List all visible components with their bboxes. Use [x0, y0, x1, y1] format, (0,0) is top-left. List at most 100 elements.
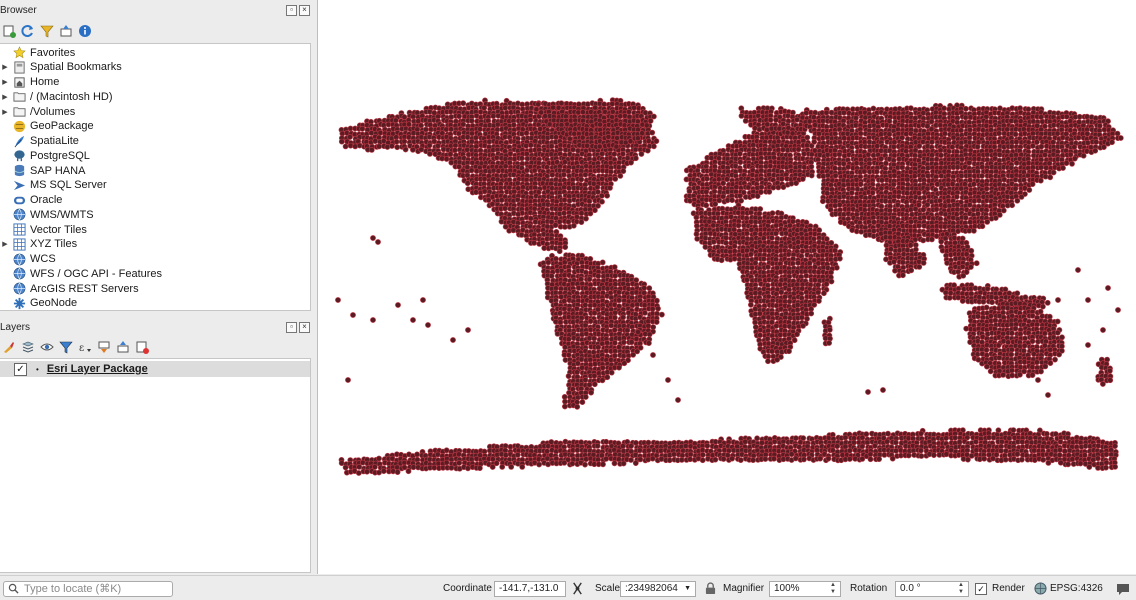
expression-filter-icon[interactable]: ε	[78, 340, 92, 354]
layer-row[interactable]: ✓ • Esri Layer Package	[0, 361, 310, 377]
feature-point	[738, 113, 745, 119]
feature-point	[1063, 113, 1070, 120]
browser-item[interactable]: ▶ XYZ Tiles	[0, 237, 77, 252]
feature-point	[1080, 152, 1087, 159]
feature-point	[493, 154, 500, 161]
float-panel-icon[interactable]: ▫	[286, 321, 297, 333]
feature-point	[784, 129, 791, 136]
database-icon	[12, 164, 26, 178]
expand-all-icon[interactable]	[97, 340, 111, 354]
browser-item[interactable]: ▶ Spatial Bookmarks	[0, 60, 122, 75]
feature-point	[481, 188, 488, 195]
feature-point	[694, 235, 701, 242]
collapse-all-icon[interactable]	[59, 24, 73, 38]
feature-point	[622, 139, 629, 146]
expand-arrow-icon[interactable]: ▶	[0, 93, 10, 101]
feature-point	[552, 222, 559, 229]
feature-point	[447, 108, 454, 115]
filter-icon[interactable]	[59, 340, 73, 354]
expand-arrow-icon[interactable]: ▶	[0, 63, 10, 71]
feature-point	[720, 193, 727, 200]
feature-point	[607, 184, 613, 191]
feature-point	[799, 155, 806, 162]
browser-item[interactable]: WFS / OGC API - Features	[0, 266, 162, 281]
feature-point	[523, 150, 530, 157]
map-canvas[interactable]	[317, 0, 1136, 574]
feature-point	[410, 146, 416, 153]
browser-item[interactable]: WMS/WMTS	[0, 207, 94, 222]
browser-item[interactable]: ▶ Home	[0, 75, 59, 90]
feature-point	[599, 175, 605, 182]
collapse-all-icon[interactable]	[116, 340, 130, 354]
browser-item[interactable]: MS SQL Server	[0, 178, 107, 193]
grid-icon	[12, 223, 26, 237]
refresh-icon[interactable]	[21, 24, 35, 38]
feature-point	[518, 231, 525, 238]
add-group-icon[interactable]	[21, 340, 35, 354]
feature-point	[616, 297, 622, 304]
close-panel-icon[interactable]: ×	[299, 321, 310, 333]
feature-point	[763, 126, 770, 133]
browser-item[interactable]: Vector Tiles	[0, 222, 87, 237]
browser-item[interactable]: GeoNode	[0, 296, 77, 311]
info-icon[interactable]	[78, 24, 92, 38]
browser-item[interactable]: Favorites	[0, 45, 75, 60]
close-panel-icon[interactable]: ×	[299, 4, 310, 16]
browser-item[interactable]: GeoPackage	[0, 119, 94, 134]
feature-point	[904, 247, 911, 253]
layers-list[interactable]: ✓ • Esri Layer Package	[0, 358, 311, 573]
feature-point	[1084, 130, 1091, 137]
feature-point	[938, 238, 945, 245]
feature-point	[1050, 169, 1057, 176]
feature-point	[443, 126, 450, 133]
browser-item-label: SpatiaLite	[30, 135, 79, 147]
browser-item[interactable]: ▶ / (Macintosh HD)	[0, 89, 112, 104]
browser-item[interactable]: ArcGIS REST Servers	[0, 281, 139, 296]
feature-point	[824, 151, 831, 158]
feature-point	[941, 105, 947, 112]
expand-arrow-icon[interactable]: ▶	[0, 78, 10, 86]
feature-point	[531, 239, 537, 246]
layers-panel-title: Layers	[0, 321, 31, 333]
feature-point	[962, 214, 969, 221]
layer-visibility-checkbox[interactable]: ✓	[14, 362, 27, 376]
feature-point	[342, 143, 349, 150]
filter-icon[interactable]	[40, 24, 54, 38]
expand-arrow-icon[interactable]: ▶	[0, 240, 10, 248]
browser-item[interactable]: PostgreSQL	[0, 148, 90, 163]
feature-point	[799, 176, 806, 182]
feature-point	[1093, 139, 1100, 145]
browser-item[interactable]: ▶ /Volumes	[0, 104, 75, 119]
feature-point	[971, 181, 977, 188]
feature-point	[832, 172, 839, 179]
browser-tree[interactable]: Favorites ▶ Spatial Bookmarks ▶ Home ▶ / (Maci…	[0, 43, 311, 311]
browser-item[interactable]: Oracle	[0, 193, 62, 208]
feature-point	[410, 113, 417, 120]
browser-item[interactable]: WCS	[0, 252, 56, 267]
feature-point	[840, 160, 847, 167]
feature-point	[456, 163, 462, 170]
feature-point	[402, 146, 409, 153]
feature-point	[771, 154, 777, 161]
float-panel-icon[interactable]: ▫	[286, 4, 297, 16]
browser-item[interactable]: SpatiaLite	[0, 134, 79, 149]
feature-point	[808, 172, 815, 179]
feature-point	[968, 264, 974, 270]
browser-item-label: GeoPackage	[30, 120, 94, 133]
feature-point	[711, 188, 718, 195]
feature-point	[599, 259, 606, 266]
style-brush-icon[interactable]	[2, 340, 16, 354]
feature-point	[583, 215, 589, 222]
browser-item[interactable]: SAP HANA	[0, 163, 85, 178]
browser-item-label: /Volumes	[30, 105, 76, 118]
feature-point	[788, 180, 795, 187]
eye-icon[interactable]	[40, 340, 54, 354]
layer-name[interactable]: Esri Layer Package	[47, 363, 148, 375]
feature-point	[769, 210, 776, 217]
remove-layer-icon[interactable]	[135, 340, 149, 354]
feature-point	[912, 127, 919, 134]
feature-point	[929, 139, 935, 145]
expand-arrow-icon[interactable]: ▶	[0, 108, 10, 116]
add-layer-icon[interactable]	[2, 24, 16, 38]
feature-point	[916, 222, 922, 229]
